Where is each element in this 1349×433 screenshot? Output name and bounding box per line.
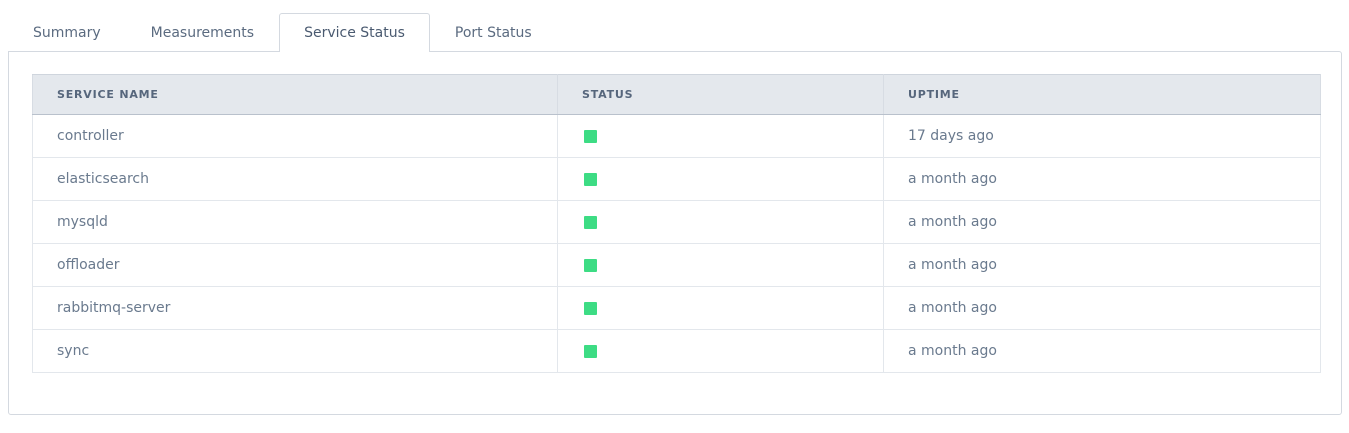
status-indicator-icon <box>584 301 597 315</box>
service-name-cell: offloader <box>32 243 558 287</box>
table-row: rabbitmq-server a month ago <box>32 286 1321 330</box>
tab-measurements[interactable]: Measurements <box>126 13 279 52</box>
status-cell <box>557 200 884 244</box>
uptime-cell: a month ago <box>883 200 1321 244</box>
table-row: mysqld a month ago <box>32 200 1321 244</box>
uptime-cell: a month ago <box>883 329 1321 373</box>
service-name-cell: elasticsearch <box>32 157 558 201</box>
service-name-cell: mysqld <box>32 200 558 244</box>
service-name-cell: rabbitmq-server <box>32 286 558 330</box>
status-cell <box>557 243 884 287</box>
status-cell <box>557 329 884 373</box>
table-row: offloader a month ago <box>32 243 1321 287</box>
status-cell <box>557 114 884 158</box>
status-indicator-icon <box>584 129 597 143</box>
uptime-cell: a month ago <box>883 157 1321 201</box>
status-cell <box>557 286 884 330</box>
uptime-cell: 17 days ago <box>883 114 1321 158</box>
status-indicator-icon <box>584 258 597 272</box>
service-status-table: SERVICE NAME STATUS UPTIME controller 17… <box>32 74 1321 373</box>
status-indicator-icon <box>584 172 597 186</box>
service-name-cell: sync <box>32 329 558 373</box>
uptime-cell: a month ago <box>883 286 1321 330</box>
tab-summary[interactable]: Summary <box>8 13 126 52</box>
table-row: controller 17 days ago <box>32 114 1321 158</box>
tab-port-status[interactable]: Port Status <box>430 13 557 52</box>
status-indicator-icon <box>584 215 597 229</box>
tab-service-status[interactable]: Service Status <box>279 13 430 52</box>
status-indicator-icon <box>584 344 597 358</box>
status-cell <box>557 157 884 201</box>
service-name-cell: controller <box>32 114 558 158</box>
column-header-uptime[interactable]: UPTIME <box>883 74 1321 115</box>
column-header-service-name[interactable]: SERVICE NAME <box>32 74 558 115</box>
table-header-row: SERVICE NAME STATUS UPTIME <box>32 74 1321 115</box>
service-status-panel: SERVICE NAME STATUS UPTIME controller 17… <box>8 51 1342 415</box>
table-row: sync a month ago <box>32 329 1321 373</box>
column-header-status[interactable]: STATUS <box>557 74 884 115</box>
table-row: elasticsearch a month ago <box>32 157 1321 201</box>
tab-bar: Summary Measurements Service Status Port… <box>8 13 557 52</box>
uptime-cell: a month ago <box>883 243 1321 287</box>
